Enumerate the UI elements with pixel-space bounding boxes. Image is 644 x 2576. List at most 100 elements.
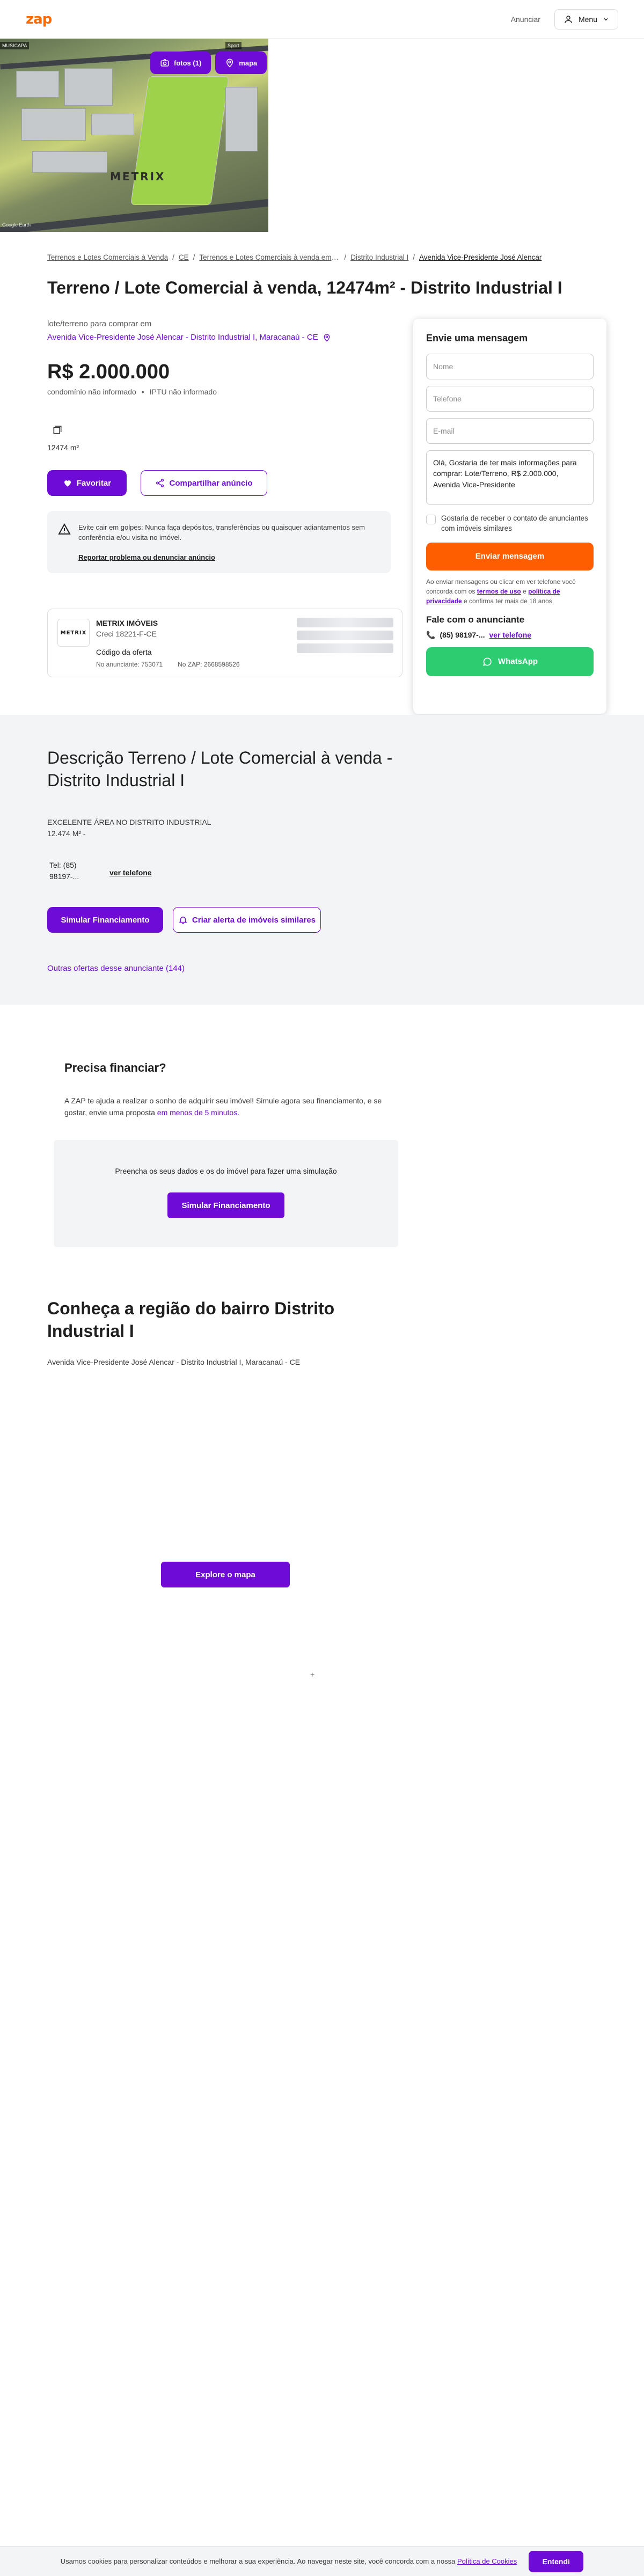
create-alert-label: Criar alerta de imóveis similares: [192, 915, 316, 925]
simulate-financing-button-2[interactable]: Simular Financiamento: [167, 1192, 284, 1218]
email-field[interactable]: E-mail: [426, 418, 594, 444]
listing-address-link[interactable]: Avenida Vice-Presidente José Alencar - D…: [47, 333, 331, 342]
breadcrumb-item[interactable]: CE: [179, 253, 189, 261]
loading-placeholder: [297, 631, 393, 640]
explore-map-button[interactable]: Explore o mapa: [161, 1562, 290, 1587]
whatsapp-button[interactable]: WhatsApp: [426, 647, 594, 676]
legal-and: e: [523, 587, 526, 595]
message-textarea[interactable]: Olá, Gostaria de ter mais informações pa…: [426, 450, 594, 505]
fee-separator: •: [141, 387, 144, 396]
advertiser-code: No anunciante: 753071: [96, 661, 163, 668]
offer-codes: No anunciante: 753071 No ZAP: 2668598526: [96, 661, 240, 668]
heart-icon: [64, 480, 71, 487]
whatsapp-label: WhatsApp: [497, 657, 538, 667]
send-message-button[interactable]: Enviar mensagem: [426, 542, 594, 570]
similar-label: Gostaria de receber o contato de anuncia…: [441, 514, 588, 532]
whatsapp-icon: [482, 657, 492, 666]
legal-notice: Ao enviar mensagens ou clicar em ver tel…: [426, 577, 594, 606]
similar-checkbox[interactable]: [426, 515, 436, 524]
area-icon: [49, 422, 65, 438]
breadcrumb-separator: /: [413, 253, 415, 261]
chevron-down-icon: [604, 18, 608, 21]
photos-button-label: fotos (1): [174, 58, 202, 67]
breadcrumb-separator: /: [193, 253, 195, 261]
map-pin-icon: [226, 58, 233, 68]
breadcrumb: Terrenos e Lotes Comerciais à Venda / CE…: [47, 253, 600, 261]
phone-field[interactable]: Telefone: [426, 386, 594, 412]
financing-highlight: em menos de 5 minutos.: [157, 1108, 240, 1117]
scam-warning: Evite cair em golpes: Nunca faça depósit…: [47, 511, 391, 573]
description-see-phone[interactable]: ver telefone: [109, 868, 152, 877]
header-actions: Anunciar Menu: [511, 9, 618, 30]
financing-box-text: Preencha os seus dados e os do imóvel pa…: [115, 1167, 337, 1175]
name-field[interactable]: Nome: [426, 354, 594, 379]
legal-text-2: e confirma ter mais de 18 anos.: [464, 597, 554, 605]
menu-label: Menu: [578, 14, 597, 24]
bell-icon: [179, 917, 187, 924]
breadcrumb-separator: /: [172, 253, 174, 261]
tel-label: Tel: (85): [49, 861, 77, 869]
photo-corner-tag: Sport: [225, 42, 241, 49]
photo-field: [130, 76, 229, 205]
cookie-message: Usamos cookies para personalizar conteúd…: [60, 2557, 456, 2565]
photo-building: [21, 108, 86, 141]
warning-icon: [58, 523, 71, 535]
zap-logo[interactable]: zap: [26, 11, 52, 27]
phone-number: (85) 98197-...: [440, 631, 485, 640]
share-button[interactable]: Compartilhar anúncio: [141, 470, 267, 496]
report-link[interactable]: Reportar problema ou denunciar anúncio: [78, 553, 379, 563]
map-button[interactable]: mapa: [215, 52, 267, 74]
see-phone-link[interactable]: ver telefone: [489, 631, 532, 639]
breadcrumb-separator: /: [344, 253, 347, 261]
favorite-button[interactable]: Favoritar: [47, 470, 127, 496]
financing-box: Preencha os seus dados e os do imóvel pa…: [54, 1140, 398, 1247]
simulate-financing-button[interactable]: Simular Financiamento: [47, 907, 163, 933]
condo-fee: condomínio não informado: [47, 387, 136, 396]
terms-link[interactable]: termos de uso: [477, 588, 521, 595]
description-phone: Tel: (85) 98197-...: [49, 860, 79, 882]
photo-building: [225, 87, 258, 151]
breadcrumb-item[interactable]: Distrito Industrial I: [350, 253, 408, 261]
cookie-policy-link[interactable]: Política de Cookies: [457, 2557, 517, 2565]
breadcrumb-item[interactable]: Terrenos e Lotes Comerciais à venda em M…: [199, 253, 340, 261]
loading-placeholder: [297, 643, 393, 653]
map-button-label: mapa: [239, 58, 258, 67]
description-line: 12.474 M² -: [47, 829, 86, 838]
phone-icon: 📞: [426, 630, 436, 639]
region-title: Conheça a região do bairro Distrito Indu…: [47, 1299, 335, 1341]
camera-icon: [160, 59, 169, 67]
photo-watermark: METRIX: [110, 170, 166, 183]
share-icon: [156, 479, 164, 487]
anunciar-link[interactable]: Anunciar: [511, 15, 540, 24]
cookie-text: Usamos cookies para personalizar conteúd…: [61, 2557, 517, 2565]
advertiser-name[interactable]: METRIX IMÓVEIS: [96, 619, 158, 627]
favorite-label: Favoritar: [76, 478, 112, 488]
advertiser-creci: Creci 18221-F-CE: [96, 630, 157, 638]
location-pin-icon: [324, 333, 330, 342]
breadcrumb-item[interactable]: Terrenos e Lotes Comerciais à Venda: [47, 253, 168, 261]
similar-opt-in[interactable]: Gostaria de receber o contato de anuncia…: [426, 514, 594, 534]
photo-building: [91, 114, 134, 135]
listing-area: 12474 m²: [47, 443, 79, 452]
listing-price: R$ 2.000.000: [47, 361, 170, 383]
photo-buttons: fotos (1) mapa: [150, 52, 267, 74]
financing-title: Precisa financiar?: [64, 1061, 166, 1074]
menu-button[interactable]: Menu: [554, 9, 618, 30]
loading-placeholder: [297, 618, 393, 627]
offer-code-label: Código da oferta: [96, 648, 152, 656]
iptu-fee: IPTU não informado: [149, 387, 217, 396]
other-offers-link[interactable]: Outras ofertas desse anunciante (144): [47, 964, 185, 973]
breadcrumb-item[interactable]: Avenida Vice-Presidente José Alencar: [419, 253, 541, 261]
description-title: Descrição Terreno / Lote Comercial à ven…: [47, 748, 393, 790]
advertiser-logo[interactable]: METRIX: [57, 619, 90, 647]
photo-building: [16, 71, 59, 98]
cookie-banner: Usamos cookies para personalizar conteúd…: [0, 2546, 644, 2576]
listing-fees: condomínio não informado • IPTU não info…: [47, 387, 217, 396]
zoom-in-icon[interactable]: +: [310, 1670, 314, 1679]
create-alert-button[interactable]: Criar alerta de imóveis similares: [173, 907, 321, 933]
photos-button[interactable]: fotos (1): [150, 52, 211, 74]
cookie-accept-button[interactable]: Entendi: [529, 2550, 584, 2572]
photo-building: [64, 68, 113, 106]
contact-title: Envie uma mensagem: [426, 333, 528, 343]
photo-credit: Google Earth: [2, 222, 31, 228]
